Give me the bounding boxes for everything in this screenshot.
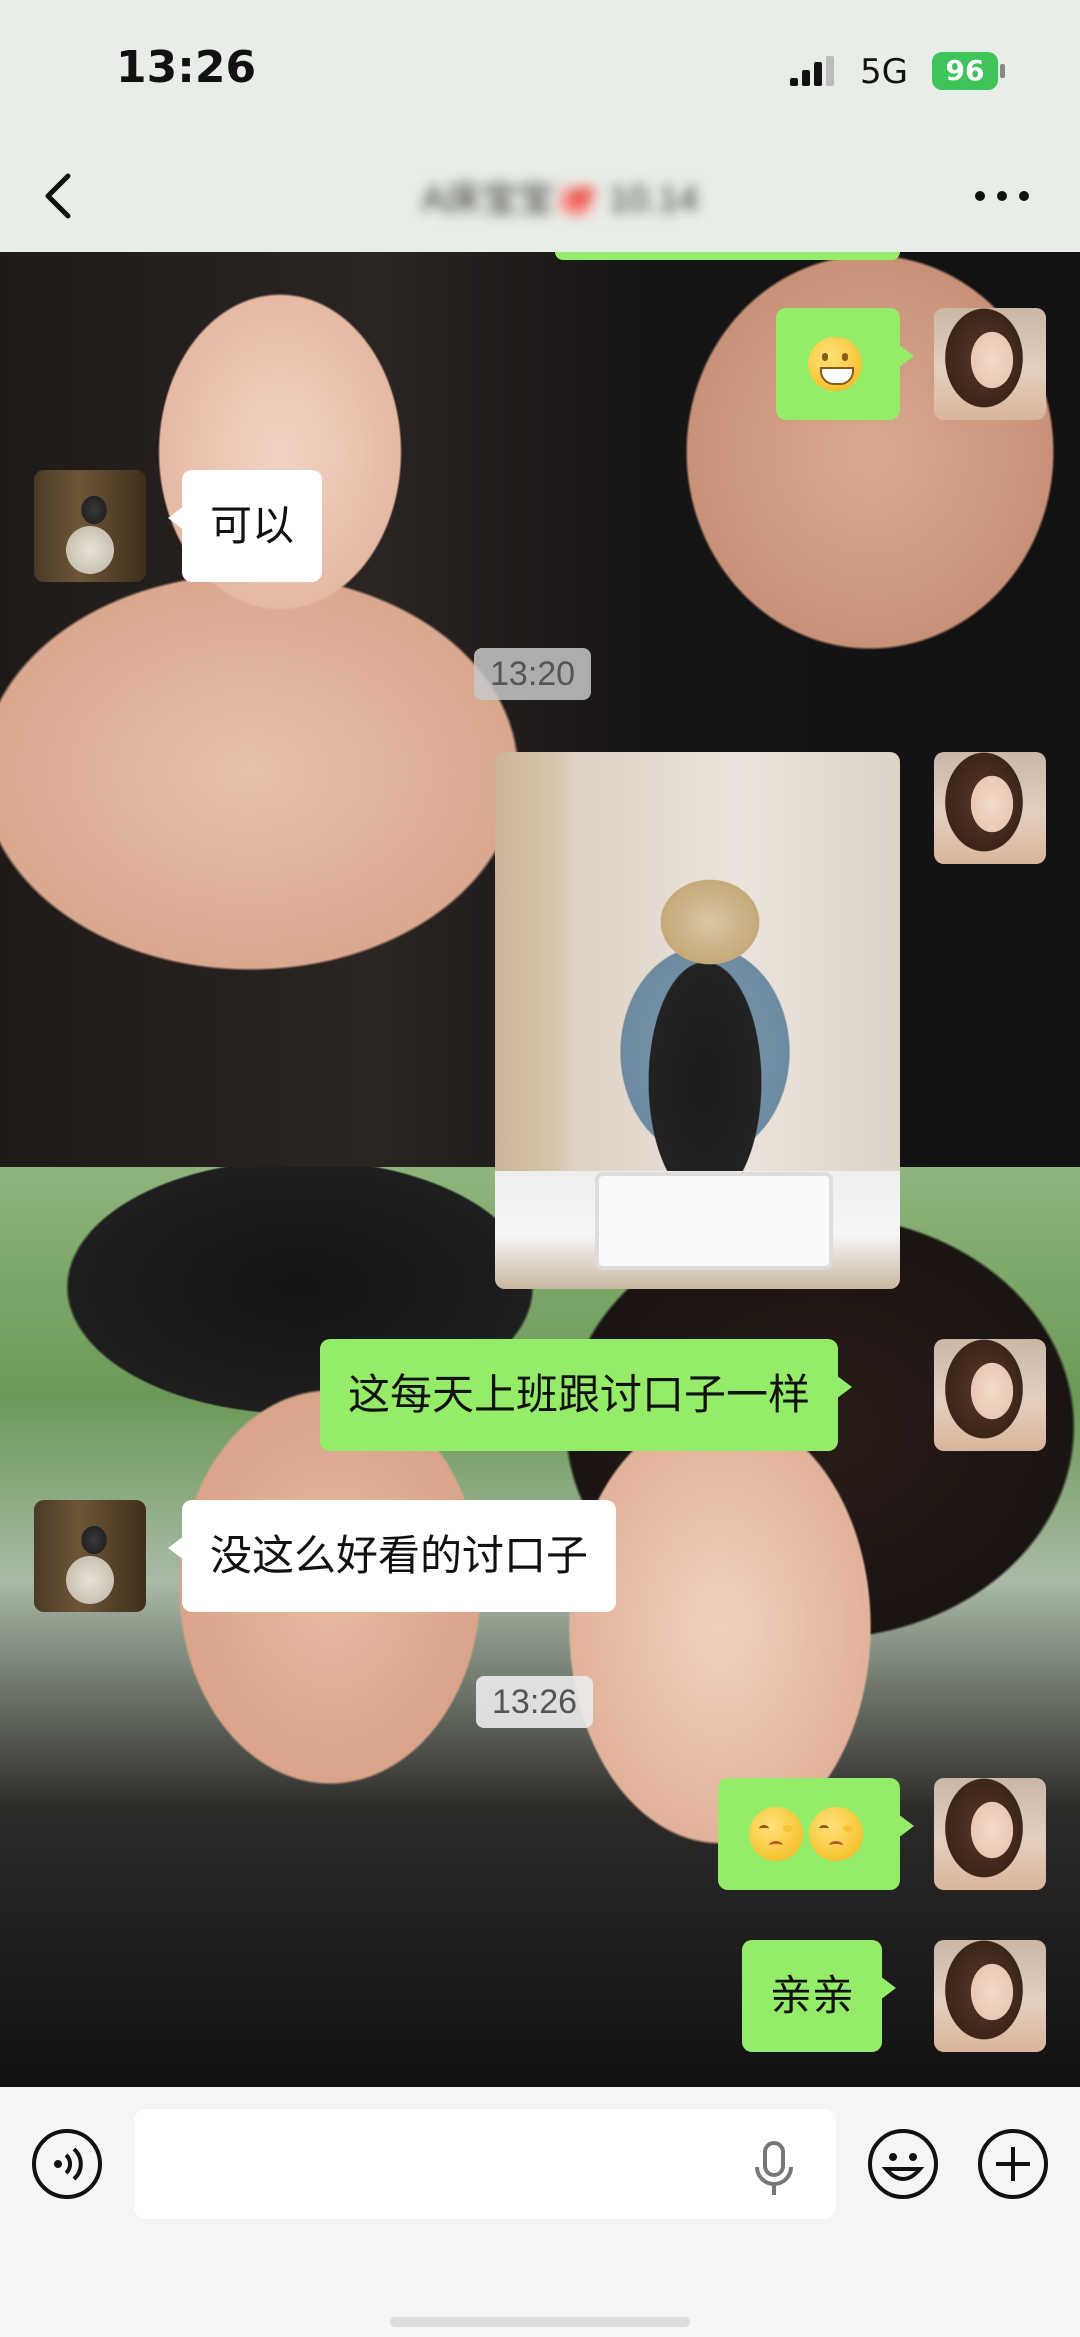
message-input[interactable] — [134, 2109, 836, 2219]
home-indicator — [390, 2317, 690, 2327]
message-bubble-in[interactable]: 可以 — [167, 470, 323, 582]
voice-mode-icon[interactable] — [30, 2127, 104, 2201]
image-detail-sink — [595, 1172, 833, 1270]
message-bubble-emoji[interactable] — [776, 308, 914, 420]
chat-title: A床宝宝🐙 10.14 — [421, 178, 699, 219]
avatar-self[interactable] — [934, 1940, 1046, 2052]
avatar-self[interactable] — [934, 752, 1046, 864]
shy-face-emoji-icon — [809, 1807, 863, 1861]
title-bar: A床宝宝🐙 10.14 — [0, 140, 1080, 252]
grin-emoji-icon — [808, 337, 862, 391]
battery-badge: 96 — [932, 52, 998, 90]
message-bubble-emoji[interactable] — [718, 1778, 914, 1890]
avatar-contact[interactable] — [34, 470, 146, 582]
avatar-contact[interactable] — [34, 1500, 146, 1612]
chat-area[interactable]: 可以 13:20 这每天上班跟讨口子一样 没这么好看的讨口子 13:26 亲亲 — [0, 252, 1080, 2087]
emoji-picker-icon[interactable] — [866, 2127, 940, 2201]
chat-background-photo-lower — [0, 1167, 1080, 2087]
status-time: 13:26 — [116, 42, 257, 93]
message-bubble-out[interactable]: 亲亲 — [742, 1940, 897, 2052]
back-chevron-icon[interactable] — [40, 166, 80, 226]
message-text: 没这么好看的讨口子 — [210, 1531, 589, 1580]
message-bubble-out[interactable]: 这每天上班跟讨口子一样 — [320, 1339, 853, 1451]
previous-bubble-edge — [555, 252, 900, 260]
message-text: 亲亲 — [770, 1971, 855, 2020]
plus-more-icon[interactable] — [976, 2127, 1050, 2201]
avatar-self[interactable] — [934, 308, 1046, 420]
avatar-self[interactable] — [934, 1339, 1046, 1451]
signal-icon — [790, 56, 834, 86]
message-text: 这每天上班跟讨口子一样 — [348, 1370, 811, 1419]
avatar-self[interactable] — [934, 1778, 1046, 1890]
more-options-icon[interactable] — [972, 184, 1032, 208]
microphone-icon[interactable] — [752, 2139, 796, 2199]
timestamp: 13:26 — [476, 1676, 594, 1728]
input-bar — [0, 2087, 1080, 2337]
shy-face-emoji-icon — [749, 1807, 803, 1861]
message-bubble-in[interactable]: 没这么好看的讨口子 — [167, 1500, 617, 1612]
status-bar: 13:26 5G 96 — [0, 0, 1080, 140]
image-message[interactable] — [495, 752, 900, 1289]
network-type: 5G — [860, 52, 908, 92]
battery-tip — [1000, 64, 1005, 78]
timestamp: 13:20 — [474, 648, 592, 700]
message-text: 可以 — [210, 501, 295, 550]
